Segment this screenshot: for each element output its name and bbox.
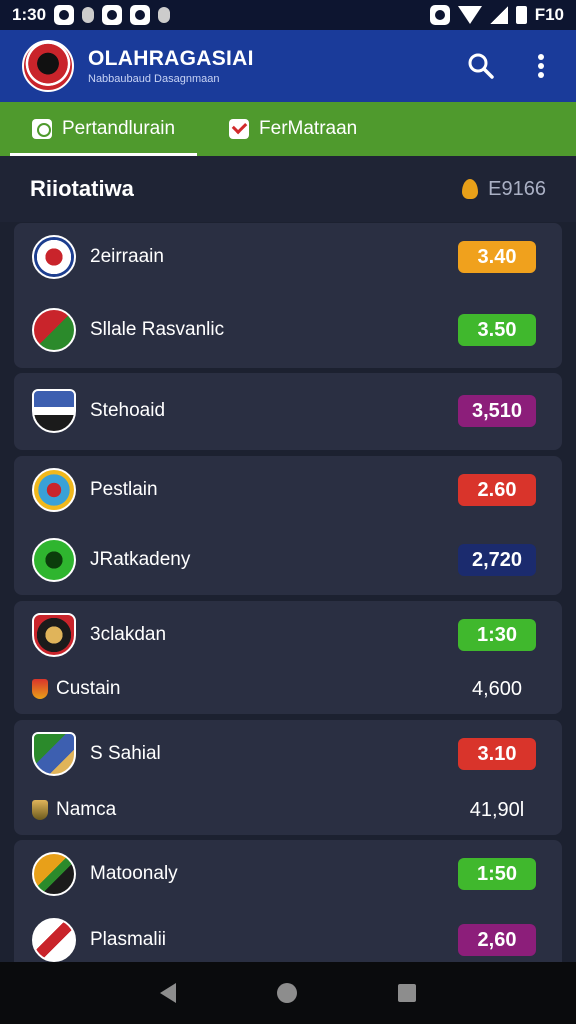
section-meta-value: E9166 (488, 177, 546, 200)
match-icon (32, 119, 52, 139)
notification-icon (102, 5, 123, 25)
team-shield-icon (32, 389, 76, 433)
team-name: Namca (56, 799, 117, 820)
team-crest-icon (32, 468, 76, 512)
tab-predictions-label: FerMatraan (259, 118, 358, 139)
section-meta: E9166 (462, 178, 546, 201)
app-logo (22, 40, 74, 92)
team-name: 2eirraain (90, 246, 164, 267)
team-name: Plasmalii (90, 929, 167, 950)
team-name: Matoonaly (90, 863, 178, 884)
team-shield-icon (32, 613, 76, 657)
match-row[interactable]: Custain 4,600 (14, 659, 562, 719)
match-row[interactable]: Namca 41,90l (14, 780, 562, 840)
match-row[interactable]: Plasmalii 2,60 (14, 910, 562, 962)
odds-value[interactable]: 4,600 (458, 673, 536, 705)
odds-button[interactable]: 3.50 (458, 314, 536, 346)
app-bar: OLAHRAGASIAI Nabbaubaud Dasagnmaan (0, 30, 576, 102)
status-bar: 1:30 F10 (0, 0, 576, 30)
match-card[interactable]: S Sahial 3.10 Namca 41,90l (14, 720, 562, 835)
battery-icon (515, 6, 527, 24)
notification-icon (54, 5, 75, 25)
app-title: OLAHRAGASIAI (88, 47, 254, 70)
match-row[interactable]: 3clakdan 1:30 (14, 605, 562, 665)
system-nav-bar (0, 962, 576, 1024)
tab-predictions[interactable]: FerMatraan (197, 102, 379, 156)
signal-icon (489, 6, 508, 24)
team-crest-icon (32, 918, 76, 962)
recents-icon[interactable] (397, 984, 416, 1002)
team-name: Stehoaid (90, 400, 166, 421)
notification-icon (82, 7, 95, 23)
app-brand: OLAHRAGASIAI Nabbaubaud Dasagnmaan (88, 47, 254, 85)
odds-button[interactable]: 1:50 (458, 858, 536, 890)
search-button[interactable] (466, 51, 496, 81)
odds-value[interactable]: 41,90l (458, 794, 536, 826)
flame-icon (462, 179, 479, 199)
more-options-button[interactable] (526, 51, 556, 81)
odds-button[interactable]: 3.40 (458, 241, 536, 273)
team-crest-icon (32, 235, 76, 279)
wifi-icon (457, 6, 482, 24)
team-name: 3clakdan (90, 624, 167, 645)
team-crest-icon (32, 852, 76, 896)
team-name: Custain (56, 678, 121, 699)
team-name: S Sahial (90, 743, 161, 764)
match-row[interactable]: Matoonaly 1:50 (14, 844, 562, 904)
odds-button[interactable]: 2,60 (458, 924, 536, 956)
sim-icon (429, 5, 450, 25)
search-icon (468, 53, 494, 79)
team-name: Pestlain (90, 479, 158, 500)
odds-button[interactable]: 3.10 (458, 738, 536, 770)
team-crest-icon (32, 538, 76, 582)
match-row[interactable]: Pestlain 2.60 (14, 460, 562, 520)
odds-button[interactable]: 2.60 (458, 474, 536, 506)
section-title: Riiotatiwa (30, 176, 134, 201)
home-icon[interactable] (276, 983, 297, 1003)
match-row[interactable]: S Sahial 3.10 (14, 724, 562, 784)
team-name: Sllale Rasvanlic (90, 319, 225, 340)
match-row[interactable]: JRatkadeny 2,720 (14, 530, 562, 590)
notification-icon (158, 7, 171, 23)
match-row[interactable]: 2eirraain 3.40 (14, 227, 562, 287)
team-crest-icon (32, 308, 76, 352)
match-card[interactable]: Stehoaid 3,510 (14, 373, 562, 450)
match-card[interactable]: 2eirraain 3.40 Sllale Rasvanlic 3.50 (14, 223, 562, 368)
match-row[interactable]: Sllale Rasvanlic 3.50 (14, 300, 562, 360)
status-right-text: F10 (534, 5, 564, 24)
tab-matches-label: Pertandlurain (62, 118, 176, 139)
check-box-icon (229, 119, 250, 139)
team-name: JRatkadeny (90, 549, 191, 570)
notification-icon (130, 5, 151, 25)
odds-button[interactable]: 1:30 (458, 619, 536, 651)
tab-bar: Pertandlurain FerMatraan (0, 102, 576, 156)
match-row[interactable]: Stehoaid 3,510 (14, 381, 562, 441)
more-vert-icon (538, 54, 544, 78)
odds-button[interactable]: 3,510 (458, 395, 536, 427)
tab-matches[interactable]: Pertandlurain (0, 102, 198, 156)
match-card[interactable]: Matoonaly 1:50 Plasmalii 2,60 (14, 840, 562, 962)
team-shield-icon (32, 732, 76, 776)
section-header: Riiotatiwa E9166 (0, 156, 576, 222)
app-subtitle: Nabbaubaud Dasagnmaan (88, 73, 220, 85)
back-icon[interactable] (160, 983, 177, 1003)
odds-button[interactable]: 2,720 (458, 544, 536, 576)
match-card[interactable]: 3clakdan 1:30 Custain 4,600 (14, 601, 562, 714)
match-card[interactable]: Pestlain 2.60 JRatkadeny 2,720 (14, 456, 562, 595)
status-time: 1:30 (12, 5, 47, 24)
team-crest-icon (32, 800, 48, 820)
team-crest-icon (32, 679, 48, 699)
